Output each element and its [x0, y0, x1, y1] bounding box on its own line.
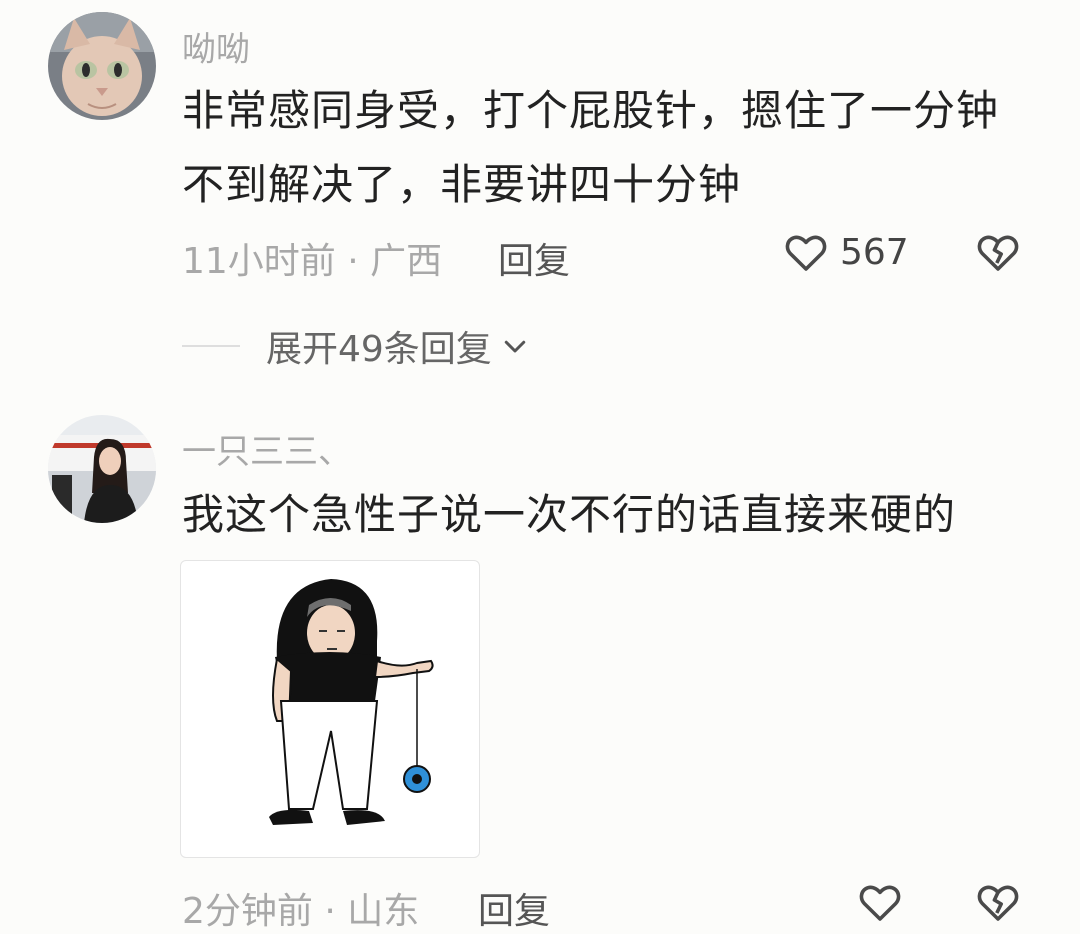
like-button[interactable] [856, 878, 904, 926]
comment-text: 非常感同身受，打个屁股针，摁住了一分钟不到解决了，非要讲四十分钟 [182, 86, 1000, 209]
heart-outline-icon [785, 235, 827, 271]
expand-replies[interactable]: 展开49条回复 [182, 320, 530, 372]
broken-heart-icon [977, 235, 1019, 271]
reply-button[interactable]: 回复 [498, 232, 570, 284]
comment-meta: 11小时前 · 广西 [182, 232, 442, 284]
like-button[interactable]: 567 [782, 228, 909, 276]
expand-replies-label: 展开49条回复 [266, 329, 492, 370]
comment-location: 山东 [347, 891, 420, 932]
username[interactable]: 呦呦 [182, 22, 250, 71]
person-avatar-image [48, 415, 156, 523]
meta-separator: · [335, 241, 371, 282]
broken-heart-icon [977, 885, 1019, 921]
reply-button[interactable]: 回复 [478, 882, 550, 934]
dislike-button[interactable] [974, 228, 1022, 280]
cat-avatar-image [48, 12, 156, 120]
heart-outline-icon [859, 885, 901, 921]
yoyo-girl-sticker [269, 579, 434, 825]
chevron-down-icon [504, 340, 526, 353]
sticker-image[interactable] [180, 560, 480, 858]
avatar[interactable] [48, 12, 156, 120]
comment-text: 我这个急性子说一次不行的话直接来硬的 [182, 490, 957, 539]
comment-time: 11小时前 [182, 241, 336, 282]
username[interactable]: 一只三三、 [182, 424, 352, 473]
comment-meta: 2分钟前 · 山东 [182, 882, 419, 934]
comment-location: 广西 [370, 241, 443, 282]
comment-time: 2分钟前 [182, 891, 313, 932]
dislike-button[interactable] [974, 878, 1022, 930]
meta-separator: · [312, 891, 348, 932]
like-count: 567 [840, 231, 909, 273]
divider [182, 345, 240, 347]
avatar[interactable] [48, 415, 156, 523]
